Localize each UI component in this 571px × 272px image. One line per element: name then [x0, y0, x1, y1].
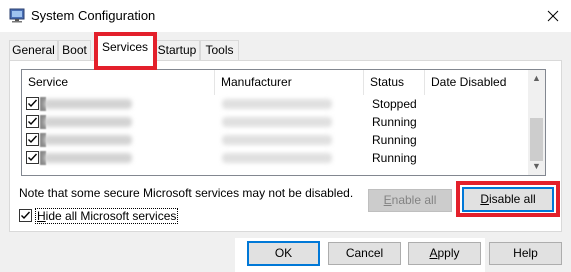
tab-tools-label: Tools	[205, 43, 234, 57]
scroll-down-icon[interactable]: ▼	[528, 158, 545, 175]
table-row[interactable]: Running	[22, 131, 530, 149]
scrollbar-thumb[interactable]	[530, 118, 543, 161]
manufacturer-blurred	[222, 99, 332, 109]
service-name-blurred	[44, 117, 132, 127]
table-row[interactable]: Running	[22, 149, 530, 167]
service-name-blurred	[44, 135, 132, 145]
service-status: Running	[372, 133, 417, 147]
column-header-status-label: Status	[370, 75, 405, 89]
vertical-scrollbar[interactable]: ▲ ▼	[528, 70, 545, 175]
secure-services-note: Note that some secure Microsoft services…	[19, 186, 354, 200]
column-header-date-disabled[interactable]: Date Disabled	[425, 70, 530, 95]
close-icon	[547, 10, 559, 22]
service-checkbox[interactable]	[26, 151, 39, 164]
manufacturer-blurred	[222, 153, 332, 163]
disable-all-accel: D	[480, 192, 489, 206]
tab-services[interactable]: Services	[96, 35, 154, 62]
service-name-blurred	[44, 153, 132, 163]
service-name-blurred	[44, 99, 132, 109]
system-config-app-icon	[9, 8, 25, 23]
hide-ms-checkbox-box[interactable]	[19, 209, 32, 222]
apply-button[interactable]: Apply	[408, 242, 481, 265]
tab-general-label: General	[12, 43, 55, 57]
title-bar: System Configuration	[0, 0, 571, 32]
disable-all-label: isable all	[488, 192, 536, 206]
apply-accel: A	[429, 246, 438, 260]
tab-startup-label: Startup	[157, 43, 197, 57]
service-checkbox[interactable]	[26, 133, 39, 146]
hide-ms-accel: H	[37, 209, 46, 223]
disable-all-button[interactable]: Disable all	[462, 187, 554, 212]
services-list[interactable]: Service Manufacturer Status Date Disable…	[21, 69, 546, 176]
manufacturer-blurred	[222, 117, 332, 127]
enable-all-label: nable all	[391, 193, 437, 207]
checkbox-checked-icon	[28, 135, 38, 144]
cancel-label: Cancel	[345, 246, 384, 260]
apply-label: pply	[437, 246, 460, 260]
manufacturer-blurred	[222, 135, 332, 145]
tab-tools[interactable]: Tools	[200, 40, 239, 61]
ok-button[interactable]: OK	[247, 241, 320, 266]
column-header-status[interactable]: Status	[364, 70, 425, 95]
help-label: Help	[513, 246, 538, 260]
ok-label: OK	[274, 246, 293, 260]
service-checkbox[interactable]	[26, 115, 39, 128]
hide-ms-text: ide all Microsoft services	[45, 209, 177, 223]
window-title: System Configuration	[31, 8, 156, 23]
tab-general[interactable]: General	[9, 40, 58, 61]
column-header-manufacturer-label: Manufacturer	[221, 75, 292, 89]
services-list-header: Service Manufacturer Status Date Disable…	[22, 70, 530, 95]
service-checkbox[interactable]	[26, 97, 39, 110]
checkbox-checked-icon	[28, 99, 38, 108]
checkbox-checked-icon	[21, 211, 31, 220]
close-button[interactable]	[540, 4, 566, 28]
cancel-button[interactable]: Cancel	[328, 242, 401, 265]
system-configuration-window: System Configuration General Boot Servic…	[0, 0, 571, 272]
tab-boot-label: Boot	[62, 43, 87, 57]
hide-ms-label: Hide all Microsoft services	[35, 208, 179, 224]
service-status: Running	[372, 151, 417, 165]
tab-strip: General Boot Services Startup Tools	[0, 32, 571, 62]
tab-boot[interactable]: Boot	[58, 40, 91, 61]
scroll-up-icon[interactable]: ▲	[528, 70, 545, 87]
service-status: Running	[372, 115, 417, 129]
column-header-service[interactable]: Service	[22, 70, 215, 95]
checkbox-checked-icon	[28, 117, 38, 126]
table-row[interactable]: Running	[22, 113, 530, 131]
enable-all-button[interactable]: Enable all	[368, 189, 452, 212]
column-header-date-disabled-label: Date Disabled	[431, 75, 507, 89]
service-status: Stopped	[372, 97, 417, 111]
checkbox-checked-icon	[28, 153, 38, 162]
column-header-manufacturer[interactable]: Manufacturer	[215, 70, 364, 95]
enable-all-accel: E	[383, 193, 392, 207]
tab-services-label: Services	[101, 40, 148, 54]
table-row[interactable]: Stopped	[22, 95, 530, 113]
help-button[interactable]: Help	[489, 242, 562, 265]
column-header-service-label: Service	[28, 75, 69, 89]
tab-startup[interactable]: Startup	[154, 40, 200, 61]
